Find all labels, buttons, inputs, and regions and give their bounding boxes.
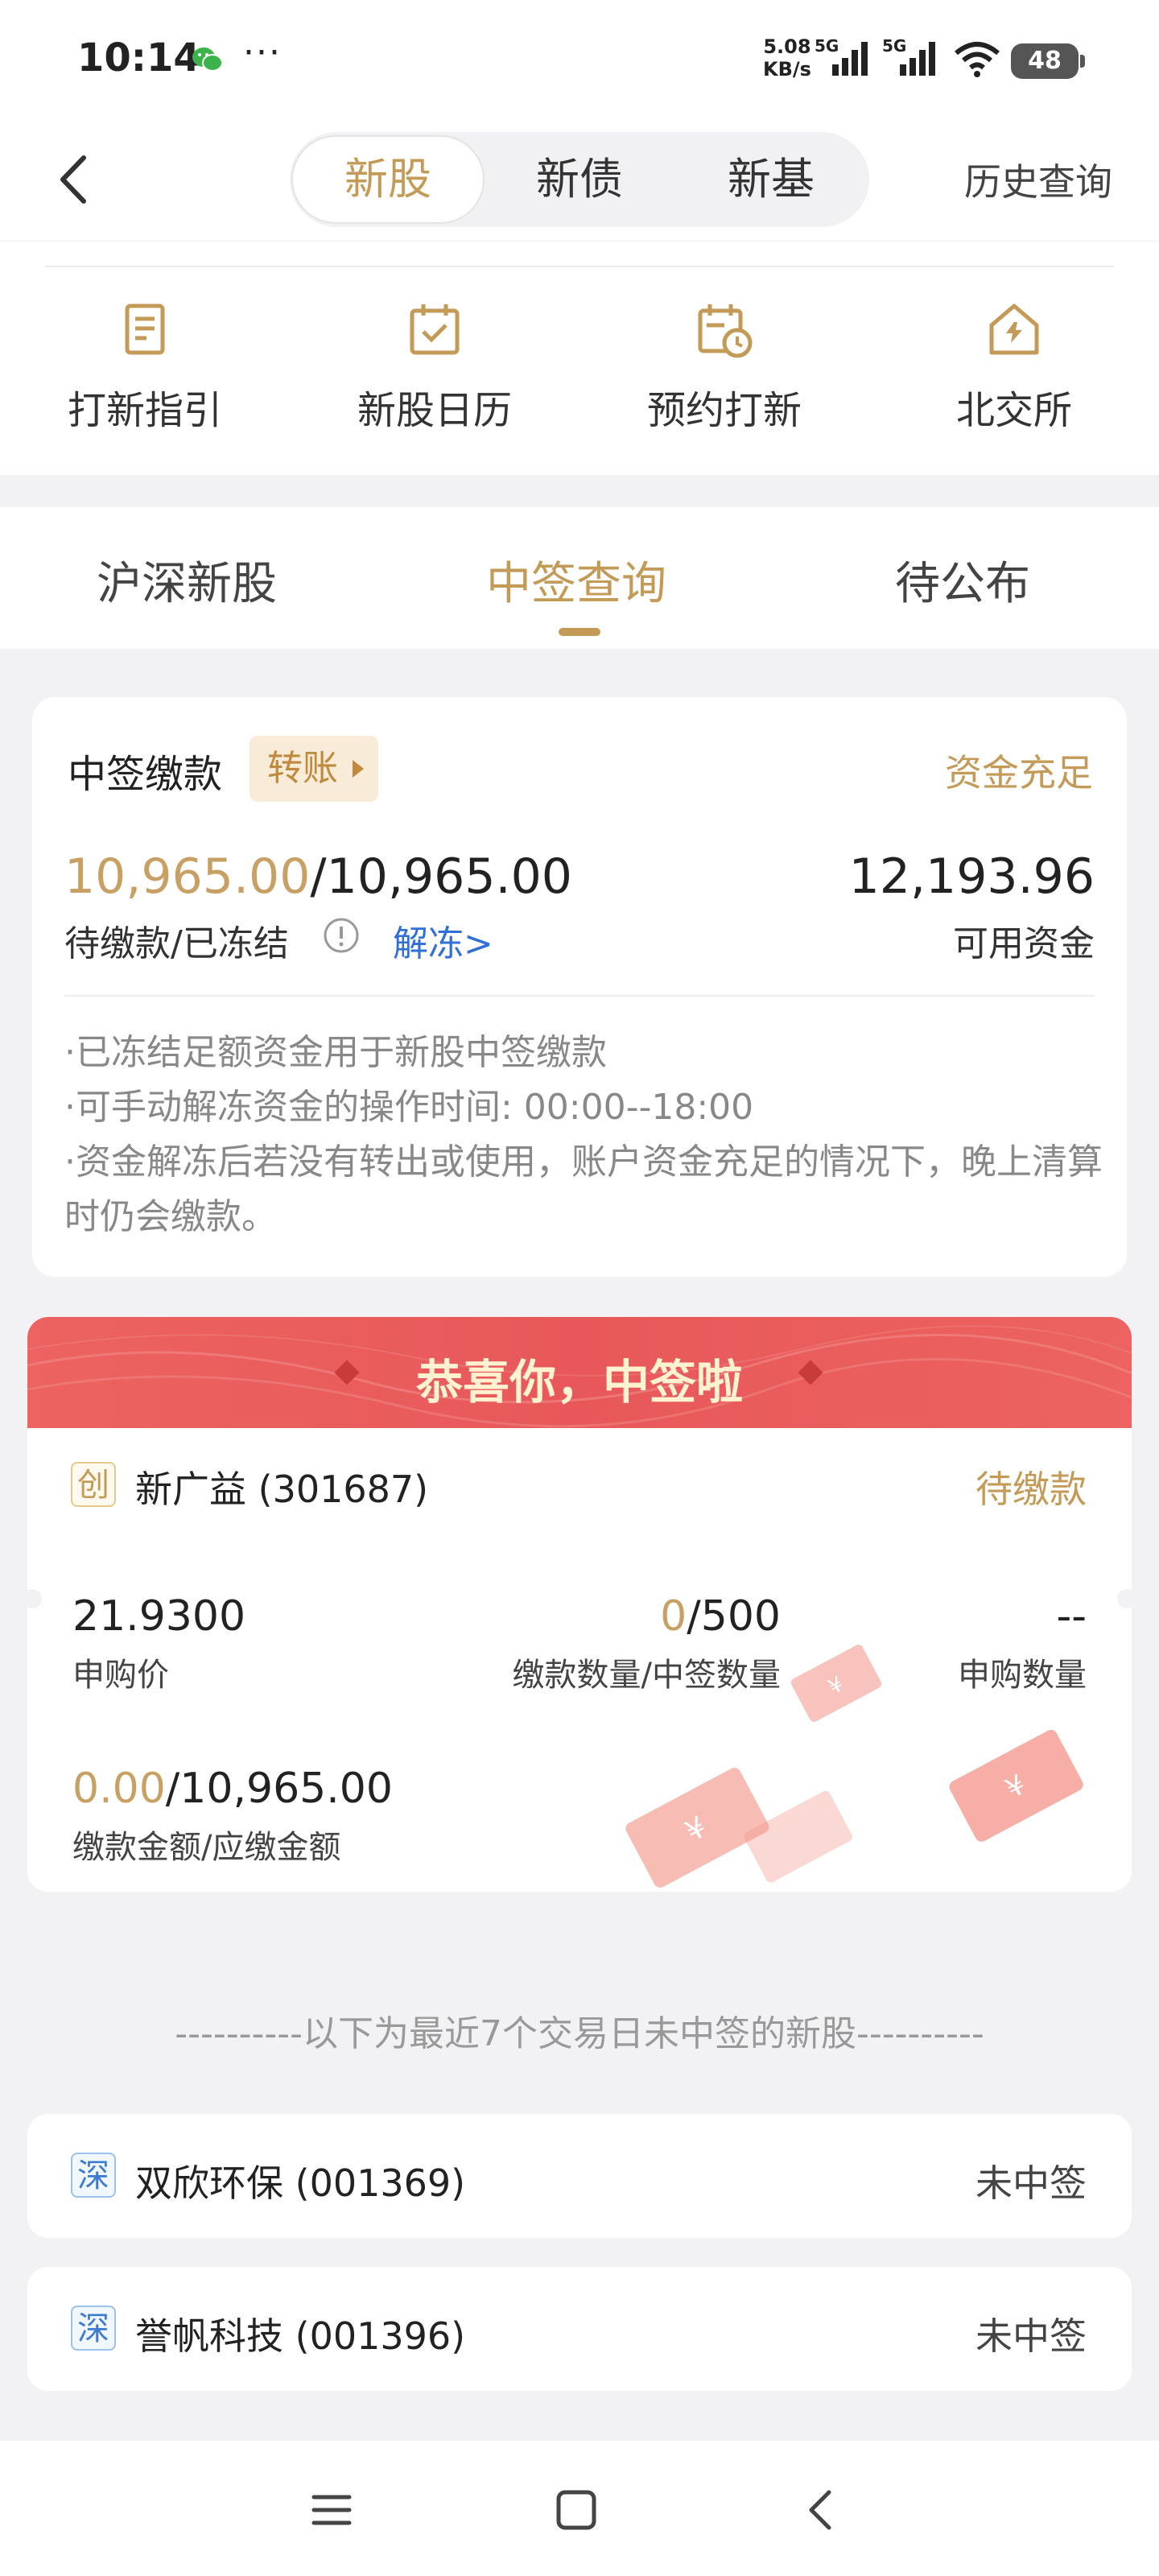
note-line: ·已冻结足额资金用于新股中签缴款 bbox=[64, 1032, 607, 1073]
entry-label: 新股日历 bbox=[357, 388, 512, 433]
svg-text:5G: 5G bbox=[815, 36, 839, 56]
segment-new-bond[interactable]: 新债 bbox=[485, 137, 674, 222]
sub-tab-bar: 沪深新股 中签查询 待公布 bbox=[0, 507, 1159, 649]
payment-notes: ·已冻结足额资金用于新股中签缴款 ·可手动解冻资金的操作时间: 00:00--1… bbox=[64, 1026, 1103, 1245]
tab-lottery-query[interactable]: 中签查询 bbox=[486, 547, 666, 613]
card-notch bbox=[23, 1589, 42, 1608]
won-quantity: /500 bbox=[687, 1592, 781, 1641]
paid-quantity: 0 bbox=[660, 1592, 687, 1641]
entry-bse[interactable]: 北交所 bbox=[885, 298, 1143, 435]
calendar-check-icon bbox=[410, 304, 460, 355]
wechat-icon bbox=[192, 47, 223, 72]
status-more-dots: ··· bbox=[243, 32, 282, 73]
pending-frozen-label: 待缴款/已冻结 bbox=[64, 923, 289, 964]
divider bbox=[45, 266, 1114, 267]
home-square-icon[interactable] bbox=[552, 2486, 600, 2534]
chevron-left-icon[interactable] bbox=[52, 151, 100, 208]
status-time: 10:14 bbox=[77, 35, 200, 80]
lottery-status: 未中签 bbox=[975, 2314, 1087, 2358]
win-status: 待缴款 bbox=[975, 1468, 1087, 1511]
tab-pending[interactable]: 待公布 bbox=[895, 547, 1030, 613]
subscription-quantity-value: -- bbox=[1056, 1592, 1087, 1641]
congrats-text: 恭喜你，中签啦 bbox=[415, 1355, 743, 1410]
shenzhen-badge: 深 bbox=[71, 2153, 116, 2198]
stock-name: 誉帆科技 (001396) bbox=[135, 2314, 466, 2358]
list-item[interactable]: 深 双欣环保 (001369) 未中签 bbox=[27, 2114, 1132, 2238]
available-funds-label: 可用资金 bbox=[953, 923, 1095, 964]
red-envelope-decoration: ¥ bbox=[949, 1729, 1083, 1842]
segment-new-fund[interactable]: 新基 bbox=[676, 137, 866, 222]
stock-name: 双欣环保 (001369) bbox=[135, 2161, 466, 2205]
triangle-right-icon bbox=[353, 760, 364, 778]
entry-ipo-calendar[interactable]: 新股日历 bbox=[306, 298, 563, 435]
wifi-icon bbox=[955, 42, 1000, 77]
payment-title: 中签缴款 bbox=[68, 752, 223, 797]
tab-sh-sz-ipo[interactable]: 沪深新股 bbox=[97, 547, 277, 613]
fund-status: 资金充足 bbox=[945, 751, 1093, 795]
pending-frozen-amount: 10,965.00/10,965.00 bbox=[64, 848, 572, 905]
segment-new-stock[interactable]: 新股 bbox=[293, 137, 483, 222]
paid-won-quantity: 0/500 bbox=[660, 1592, 781, 1641]
system-nav-bar bbox=[0, 2441, 1159, 2576]
signal-icon: 5G bbox=[882, 36, 935, 76]
quick-entry-bar: 打新指引 新股日历 预约打新 北交所 bbox=[0, 242, 1159, 475]
winning-lottery-card: 恭喜你，中签啦 创 新广益 (301687) 待缴款 21.9300 申购价 0… bbox=[27, 1317, 1132, 1892]
frozen-amount: /10,965.00 bbox=[310, 848, 572, 905]
product-segment-control: 新股 新债 新基 bbox=[290, 132, 869, 227]
due-amount: /10,965.00 bbox=[165, 1765, 393, 1813]
not-won-separator: ----------以下为最近7个交易日未中签的新股---------- bbox=[175, 2013, 984, 2054]
guide-doc-icon bbox=[125, 303, 165, 355]
active-tab-indicator bbox=[559, 628, 600, 636]
paid-due-amount-label: 缴款金额/应缴金额 bbox=[72, 1829, 341, 1866]
congrats-banner: 恭喜你，中签啦 bbox=[27, 1317, 1132, 1428]
subscription-price-value: 21.9300 bbox=[72, 1592, 246, 1641]
subscription-quantity-label: 申购数量 bbox=[958, 1657, 1087, 1694]
red-envelope-decoration bbox=[744, 1790, 852, 1883]
paid-amount: 0.00 bbox=[72, 1765, 166, 1813]
exchange-house-icon bbox=[989, 303, 1039, 355]
chinext-badge: 创 bbox=[71, 1462, 116, 1507]
entry-reserve-ipo[interactable]: 预约打新 bbox=[596, 298, 853, 435]
calendar-clock-icon bbox=[698, 304, 753, 358]
status-bar: 10:14 ··· 5.08 KB/s 5G 5G 48 bbox=[0, 0, 1159, 121]
network-speed-unit: KB/s bbox=[763, 58, 811, 80]
entry-label: 北交所 bbox=[955, 388, 1072, 433]
transfer-button[interactable]: 转账 bbox=[250, 736, 378, 802]
entry-label: 预约打新 bbox=[646, 388, 802, 433]
divider bbox=[64, 995, 1095, 997]
payment-card: 中签缴款 转账 资金充足 10,965.00/10,965.00 待缴款/已冻结… bbox=[32, 697, 1127, 1277]
shenzhen-badge: 深 bbox=[71, 2306, 116, 2351]
entry-ipo-guide[interactable]: 打新指引 bbox=[16, 298, 274, 435]
svg-text:5G: 5G bbox=[882, 36, 906, 56]
lottery-status: 未中签 bbox=[975, 2161, 1087, 2205]
network-speed-value: 5.08 bbox=[763, 35, 811, 58]
red-envelope-decoration: ¥ bbox=[790, 1645, 882, 1722]
available-funds-value: 12,193.96 bbox=[848, 848, 1095, 905]
card-notch bbox=[1117, 1589, 1136, 1608]
transfer-label: 转账 bbox=[267, 748, 338, 789]
paid-due-amount: 0.00/10,965.00 bbox=[72, 1765, 393, 1813]
subscription-price-label: 申购价 bbox=[72, 1657, 169, 1694]
back-triangle-icon[interactable] bbox=[797, 2486, 845, 2534]
info-icon[interactable] bbox=[322, 916, 361, 955]
paid-won-quantity-label: 缴款数量/中签数量 bbox=[512, 1657, 781, 1694]
list-item[interactable]: 深 誉帆科技 (001396) 未中签 bbox=[27, 2267, 1132, 2391]
note-line: ·资金解冻后若没有转出或使用，账户资金充足的情况下，晚上清算时仍会缴款。 bbox=[64, 1141, 1103, 1237]
battery-icon: 48 bbox=[1011, 43, 1085, 79]
top-header: 新股 新债 新基 历史查询 bbox=[0, 121, 1159, 242]
note-line: ·可手动解冻资金的操作时间: 00:00--18:00 bbox=[64, 1087, 754, 1128]
pending-amount: 10,965.00 bbox=[64, 848, 311, 905]
unfreeze-link[interactable]: 解冻> bbox=[393, 914, 493, 966]
history-query-link[interactable]: 历史查询 bbox=[964, 153, 1112, 206]
menu-icon[interactable] bbox=[307, 2486, 356, 2534]
entry-label: 打新指引 bbox=[67, 388, 222, 433]
win-stock-name: 新广益 (301687) bbox=[135, 1468, 429, 1511]
network-speed: 5.08 KB/s bbox=[763, 35, 811, 80]
signal-icon: 5G bbox=[815, 36, 868, 76]
